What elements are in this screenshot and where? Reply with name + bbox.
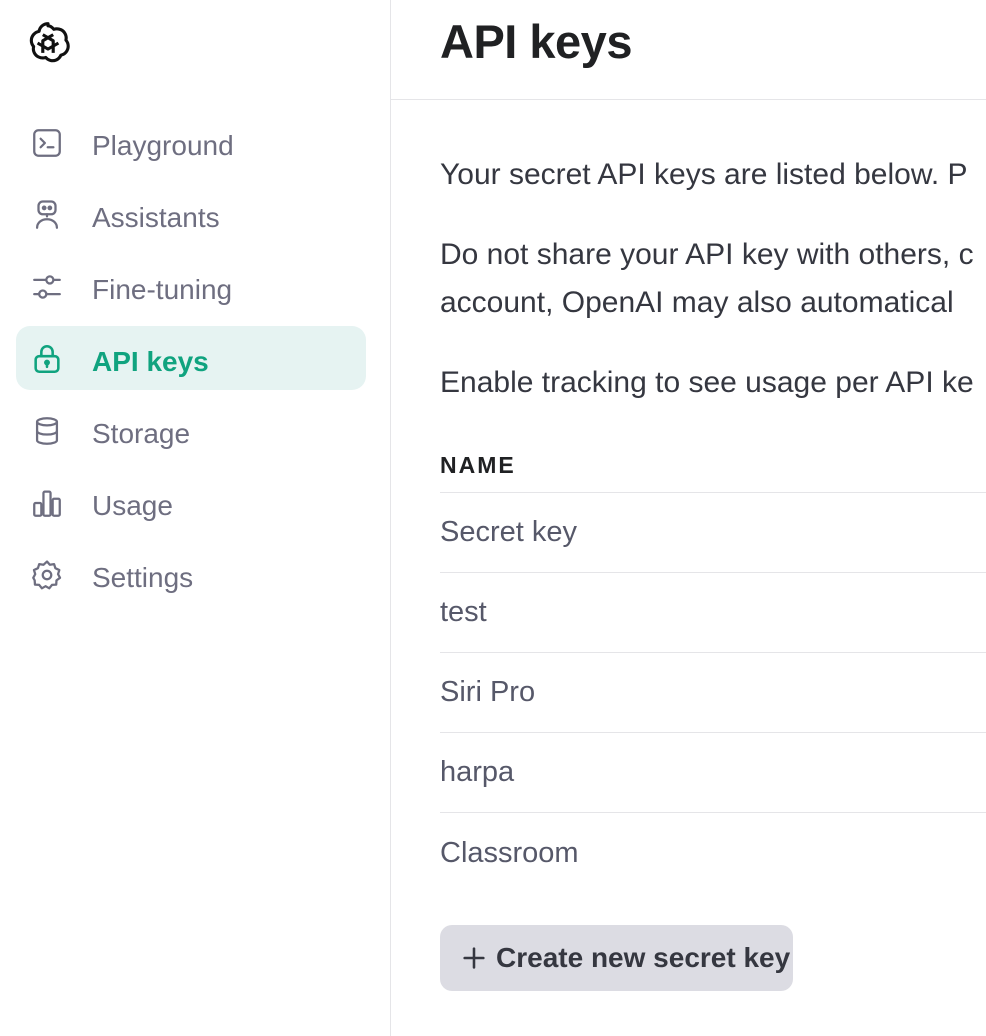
- terminal-icon: [30, 126, 64, 160]
- sidebar-item-settings[interactable]: Settings: [16, 542, 366, 606]
- table-row: harpa: [440, 733, 986, 813]
- sidebar: Playground Assistants Fine-tuning API ke…: [0, 0, 391, 1036]
- create-button-label: Create new secret key: [496, 942, 791, 973]
- table-row: Siri Pro: [440, 653, 986, 733]
- page-header: API keys: [391, 0, 986, 100]
- robot-icon: [30, 198, 64, 232]
- create-secret-key-button[interactable]: Create new secret key: [440, 925, 793, 991]
- openai-logo-icon[interactable]: [23, 17, 73, 67]
- sidebar-item-label: API keys: [92, 346, 209, 377]
- sidebar-item-fine-tuning[interactable]: Fine-tuning: [16, 254, 366, 318]
- sidebar-item-label: Playground: [92, 130, 234, 161]
- gear-icon: [30, 558, 64, 592]
- sidebar-item-label: Storage: [92, 418, 191, 449]
- page-title: API keys: [440, 15, 632, 68]
- key-name: test: [440, 596, 487, 628]
- sidebar-item-playground[interactable]: Playground: [16, 110, 366, 174]
- tracking-text: Enable tracking to see usage per API ke: [440, 366, 974, 399]
- api-keys-table: NAME Secret key test Siri Pro harpa Clas…: [440, 440, 986, 893]
- column-header-name: NAME: [440, 440, 986, 493]
- sidebar-item-usage[interactable]: Usage: [16, 470, 366, 534]
- key-name: Classroom: [440, 836, 579, 869]
- key-name: harpa: [440, 756, 515, 788]
- bar-chart-icon: [30, 486, 64, 520]
- sidebar-item-label: Fine-tuning: [92, 274, 233, 305]
- main-content: Your secret API keys are listed below. P…: [440, 100, 986, 1036]
- table-row: Secret key: [440, 493, 986, 573]
- sidebar-item-assistants[interactable]: Assistants: [16, 182, 366, 246]
- warning-line-1: Do not share your API key with others, c: [440, 238, 974, 271]
- sidebar-item-label: Usage: [92, 490, 173, 521]
- sidebar-item-label: Assistants: [92, 202, 220, 233]
- key-name: Secret key: [440, 516, 577, 548]
- plus-icon: [460, 944, 488, 972]
- sidebar-item-api-keys[interactable]: API keys: [16, 326, 366, 390]
- key-name: Siri Pro: [440, 676, 536, 708]
- database-icon: [30, 414, 64, 448]
- lock-icon: [30, 342, 64, 376]
- warning-line-2: account, OpenAI may also automatical: [440, 286, 954, 319]
- warning-text: Do not share your API key with others, c…: [440, 231, 974, 327]
- table-row: test: [440, 573, 986, 653]
- sidebar-item-storage[interactable]: Storage: [16, 398, 366, 462]
- sidebar-item-label: Settings: [92, 562, 194, 593]
- sliders-icon: [30, 270, 64, 304]
- table-row: Classroom: [440, 813, 986, 893]
- app-root: Playground Assistants Fine-tuning API ke…: [0, 0, 986, 1036]
- sidebar-nav: Playground Assistants Fine-tuning API ke…: [16, 110, 366, 614]
- intro-text: Your secret API keys are listed below. P: [440, 158, 968, 191]
